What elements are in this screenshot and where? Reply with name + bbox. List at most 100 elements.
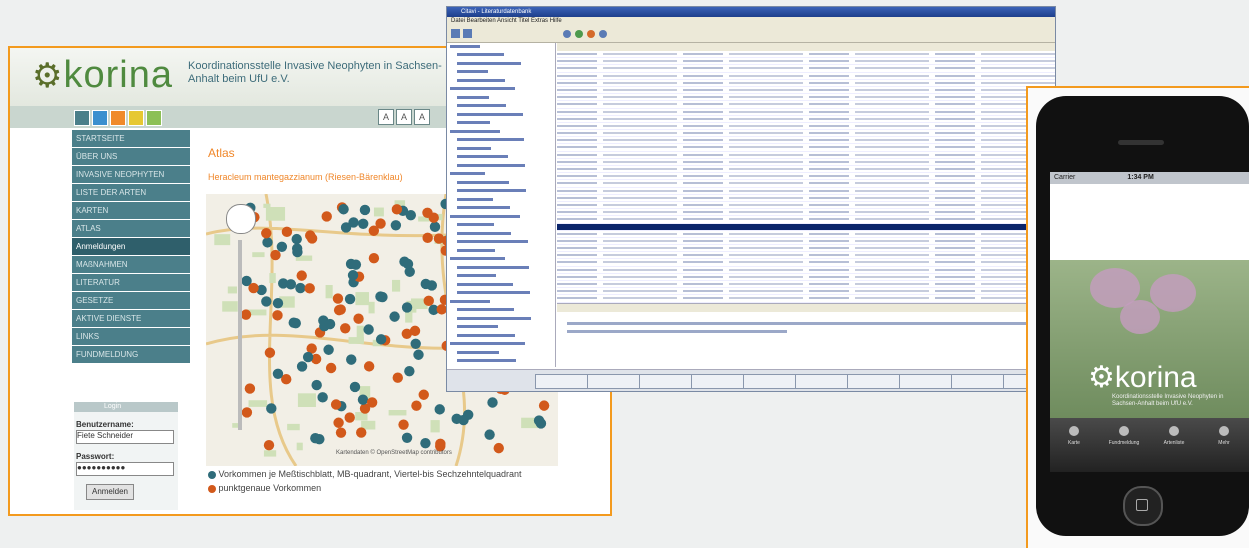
tree-item[interactable]	[447, 273, 555, 282]
tree-item[interactable]	[447, 171, 555, 180]
sidebar-item[interactable]: Anmeldungen	[72, 238, 190, 255]
tree-item[interactable]	[447, 349, 555, 358]
sidebar-item[interactable]: STARTSEITE	[72, 130, 190, 147]
sidebar-item[interactable]: MAßNAHMEN	[72, 256, 190, 273]
sidebar-item[interactable]: GESETZE	[72, 292, 190, 309]
taskbar-button[interactable]	[951, 374, 1005, 389]
tree-item[interactable]	[447, 120, 555, 129]
tab-fundmeldung[interactable]: Fundmeldung	[1102, 426, 1146, 446]
taskbar-button[interactable]	[639, 374, 693, 389]
table-row[interactable]	[557, 180, 1055, 188]
table-row[interactable]	[557, 230, 1055, 238]
sidebar-item[interactable]: AKTIVE DIENSTE	[72, 310, 190, 327]
table-row[interactable]	[557, 209, 1055, 217]
font-size-large-button[interactable]: A	[414, 109, 430, 125]
color-theme-green[interactable]	[146, 110, 162, 126]
tree-item[interactable]	[447, 332, 555, 341]
tree-item[interactable]	[447, 247, 555, 256]
sidebar-item[interactable]: ATLAS	[72, 220, 190, 237]
table-row[interactable]	[557, 245, 1055, 253]
tab-artenliste[interactable]: Artenliste	[1152, 426, 1196, 446]
table-row[interactable]	[557, 173, 1055, 181]
tree-item[interactable]	[447, 60, 555, 69]
password-input[interactable]: ●●●●●●●●●●	[76, 462, 174, 476]
taskbar-button[interactable]	[847, 374, 901, 389]
table-row[interactable]	[557, 115, 1055, 123]
toolbar-icons[interactable]	[447, 26, 647, 42]
table-row[interactable]	[557, 201, 1055, 210]
tree-item[interactable]	[447, 290, 555, 299]
taskbar-button[interactable]	[795, 374, 849, 389]
tree-item[interactable]	[447, 264, 555, 273]
tree-item[interactable]	[447, 324, 555, 333]
map-pan-control[interactable]	[226, 204, 256, 234]
table-row[interactable]	[557, 166, 1055, 174]
tree-item[interactable]	[447, 94, 555, 103]
table-row[interactable]	[557, 194, 1055, 202]
tree-item[interactable]	[447, 196, 555, 205]
table-row[interactable]	[557, 108, 1055, 116]
column-headers[interactable]	[557, 43, 1055, 51]
table-row[interactable]	[557, 187, 1055, 195]
taskbar-button[interactable]	[899, 374, 953, 389]
site-logo[interactable]: ⚙korina	[32, 54, 173, 97]
tree-item[interactable]	[447, 154, 555, 163]
tree-item[interactable]	[447, 69, 555, 78]
table-row[interactable]	[557, 137, 1055, 145]
title-list[interactable]	[557, 43, 1055, 339]
taskbar-button[interactable]	[587, 374, 641, 389]
tree-item[interactable]	[447, 52, 555, 61]
tree-item[interactable]	[447, 111, 555, 120]
tree-item[interactable]	[447, 86, 555, 95]
sidebar-item[interactable]: KARTEN	[72, 202, 190, 219]
tab-karte[interactable]: Karte	[1052, 426, 1096, 446]
map-zoom-slider[interactable]	[238, 240, 242, 430]
tree-item[interactable]	[447, 239, 555, 248]
category-tree[interactable]	[447, 43, 556, 367]
table-row[interactable]	[557, 266, 1055, 274]
table-row[interactable]	[557, 259, 1055, 267]
tree-item[interactable]	[447, 103, 555, 112]
table-row[interactable]	[557, 144, 1055, 152]
color-theme-blue[interactable]	[92, 110, 108, 126]
tree-item[interactable]	[447, 307, 555, 316]
table-row[interactable]	[557, 72, 1055, 80]
tree-item[interactable]	[447, 298, 555, 307]
taskbar-button[interactable]	[743, 374, 797, 389]
sidebar-item[interactable]: LITERATUR	[72, 274, 190, 291]
sidebar-item[interactable]: LISTE DER ARTEN	[72, 184, 190, 201]
tree-item[interactable]	[447, 230, 555, 239]
tree-item[interactable]	[447, 315, 555, 324]
sidebar-item[interactable]: INVASIVE NEOPHYTEN	[72, 166, 190, 183]
tree-item[interactable]	[447, 358, 555, 367]
table-row[interactable]	[557, 122, 1055, 131]
table-row[interactable]	[557, 158, 1055, 166]
login-button[interactable]: Anmelden	[86, 484, 134, 500]
table-row[interactable]	[557, 65, 1055, 73]
tree-item[interactable]	[447, 281, 555, 290]
table-row[interactable]	[557, 237, 1055, 246]
username-input[interactable]: Fiete Schneider	[76, 430, 174, 444]
table-row[interactable]	[557, 295, 1055, 303]
tree-item[interactable]	[447, 188, 555, 197]
tree-item[interactable]	[447, 205, 555, 214]
tree-item[interactable]	[447, 179, 555, 188]
color-theme-yellow[interactable]	[128, 110, 144, 126]
table-row[interactable]	[557, 86, 1055, 95]
sidebar-item[interactable]: ÜBER UNS	[72, 148, 190, 165]
sidebar-item[interactable]: FUNDMELDUNG	[72, 346, 190, 363]
tree-item[interactable]	[447, 341, 555, 350]
home-icon[interactable]	[74, 110, 90, 126]
table-row[interactable]	[557, 58, 1055, 66]
tree-item[interactable]	[447, 213, 555, 222]
table-row[interactable]	[557, 223, 1055, 231]
tree-item[interactable]	[447, 222, 555, 231]
font-size-small-button[interactable]: A	[378, 109, 394, 125]
tree-item[interactable]	[447, 128, 555, 137]
tree-item[interactable]	[447, 145, 555, 154]
tree-item[interactable]	[447, 43, 555, 52]
taskbar-button[interactable]	[535, 374, 589, 389]
color-theme-orange[interactable]	[110, 110, 126, 126]
table-row[interactable]	[557, 130, 1055, 138]
table-row[interactable]	[557, 216, 1055, 224]
